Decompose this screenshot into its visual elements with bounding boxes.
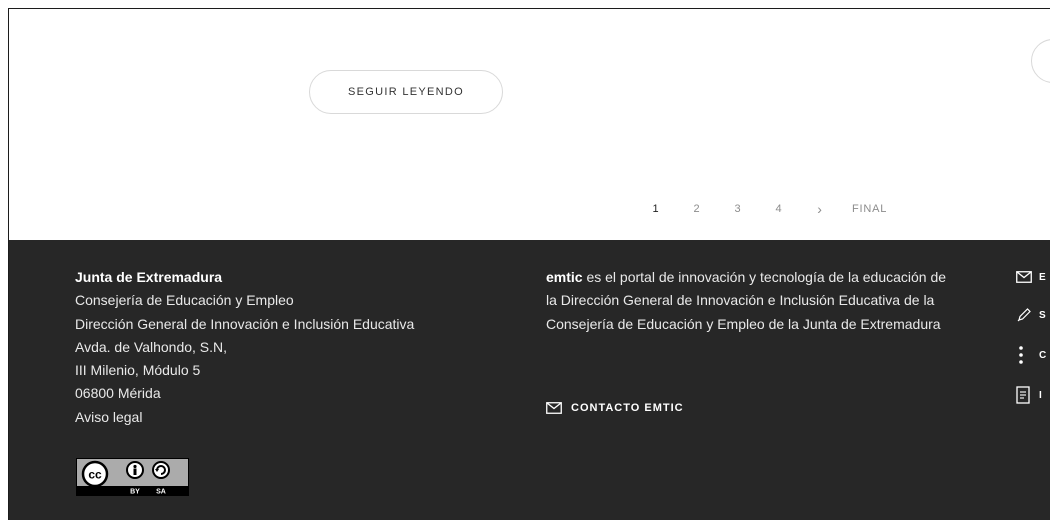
address-line: Consejería de Educación y Empleo (75, 292, 294, 309)
brand-name: emtic (546, 269, 583, 285)
page-link-1[interactable]: 1 (646, 203, 666, 215)
content-area: SEGUIR LEYENDO 1 2 3 4 › FINAL (9, 9, 1050, 240)
chevron-right-icon[interactable]: › (810, 201, 830, 217)
envelope-icon (1016, 271, 1032, 283)
cc-badge-by: BY (130, 489, 140, 496)
footer-about-text: emtic es el portal de innovación y tecno… (546, 266, 956, 336)
about-description: es el portal de innovación y tecnología … (546, 269, 947, 332)
read-more-button[interactable]: SEGUIR LEYENDO (309, 70, 503, 114)
page: SEGUIR LEYENDO 1 2 3 4 › FINAL Junta de … (0, 0, 1050, 520)
document-icon (1016, 386, 1030, 404)
creative-commons-by-sa-icon[interactable]: cc BY SA (76, 458, 189, 496)
footer-address-block: Junta de Extremadura Consejería de Educa… (75, 266, 414, 429)
more-vertical-icon (1019, 346, 1023, 364)
site-footer: Junta de Extremadura Consejería de Educa… (9, 240, 1050, 520)
address-line: Avda. de Valhondo, S.N, (75, 338, 228, 355)
side-link-document[interactable]: I (1016, 386, 1042, 404)
address-line: 06800 Mérida (75, 385, 161, 402)
page-link-4[interactable]: 4 (769, 203, 789, 215)
legal-link[interactable]: Aviso legal (75, 406, 414, 429)
contact-link[interactable]: CONTACTO EMTIC (546, 402, 684, 414)
contact-label: CONTACTO EMTIC (571, 402, 684, 414)
side-link-more[interactable]: C (1016, 345, 1046, 365)
last-page-link[interactable]: FINAL (852, 203, 887, 215)
org-name: Junta de Extremadura (75, 269, 223, 285)
partial-button[interactable] (1031, 39, 1050, 83)
page-link-2[interactable]: 2 (687, 203, 707, 215)
address-line: III Milenio, Módulo 5 (75, 362, 201, 379)
address-line: Dirección General de Innovación e Inclus… (75, 315, 415, 332)
cc-badge-sa: SA (156, 489, 166, 496)
side-link-label: E (1039, 271, 1046, 283)
envelope-icon (546, 402, 562, 414)
side-link-label: C (1039, 349, 1047, 361)
pagination: 1 2 3 4 › FINAL (646, 201, 887, 217)
side-link-edit[interactable]: S (1016, 307, 1046, 323)
side-link-label: I (1039, 389, 1042, 401)
side-link-email[interactable]: E (1016, 271, 1046, 283)
page-link-3[interactable]: 3 (728, 203, 748, 215)
cc-badge-letters: cc (88, 468, 102, 482)
side-link-label: S (1039, 309, 1046, 321)
pencil-icon (1017, 308, 1031, 322)
